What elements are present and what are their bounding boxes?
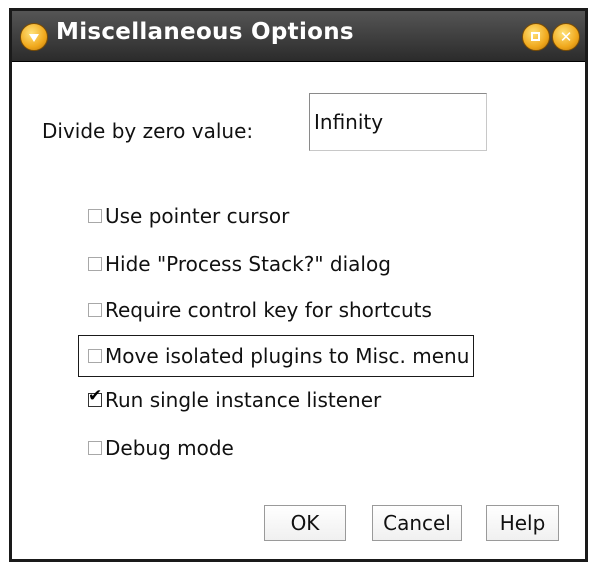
window-title: Miscellaneous Options <box>56 19 354 45</box>
miscellaneous-options-dialog: Miscellaneous Options ✕ Divide by zero v… <box>9 8 588 562</box>
cancel-button[interactable]: Cancel <box>372 505 462 541</box>
checkbox-box[interactable] <box>88 441 102 455</box>
divide-by-zero-label: Divide by zero value: <box>42 119 254 143</box>
checkbox-box[interactable]: ✔ <box>88 388 102 407</box>
use-pointer-cursor-checkbox[interactable]: Use pointer cursor <box>88 199 289 233</box>
checkbox-box[interactable] <box>88 257 102 271</box>
maximize-icon[interactable] <box>522 23 550 51</box>
run-single-instance-listener-checkbox[interactable]: ✔ Run single instance listener <box>88 383 381 417</box>
divide-by-zero-input[interactable] <box>309 93 487 151</box>
checkbox-label: Debug mode <box>105 436 234 460</box>
move-isolated-plugins-checkbox[interactable]: Move isolated plugins to Misc. menu <box>78 335 475 377</box>
maximize-square <box>531 32 540 41</box>
checkbox-label: Require control key for shortcuts <box>105 298 432 322</box>
checkmark-icon: ✔ <box>88 386 103 406</box>
checkbox-label: Move isolated plugins to Misc. menu <box>105 344 470 368</box>
checkbox-label: Use pointer cursor <box>105 204 290 228</box>
help-button[interactable]: Help <box>486 505 559 541</box>
checkbox-label: Run single instance listener <box>105 388 382 412</box>
hide-process-stack-dialog-checkbox[interactable]: Hide "Process Stack?" dialog <box>88 247 391 281</box>
require-control-key-checkbox[interactable]: Require control key for shortcuts <box>88 293 432 327</box>
checkbox-box[interactable] <box>88 349 102 363</box>
checkbox-label: Hide "Process Stack?" dialog <box>105 252 391 276</box>
close-icon[interactable]: ✕ <box>552 23 580 51</box>
checkbox-box[interactable] <box>88 209 102 223</box>
debug-mode-checkbox[interactable]: Debug mode <box>88 431 234 465</box>
title-bar[interactable]: Miscellaneous Options ✕ <box>12 11 585 62</box>
window-menu-icon[interactable] <box>20 23 48 51</box>
checkbox-box[interactable] <box>88 303 102 317</box>
ok-button[interactable]: OK <box>264 505 346 541</box>
